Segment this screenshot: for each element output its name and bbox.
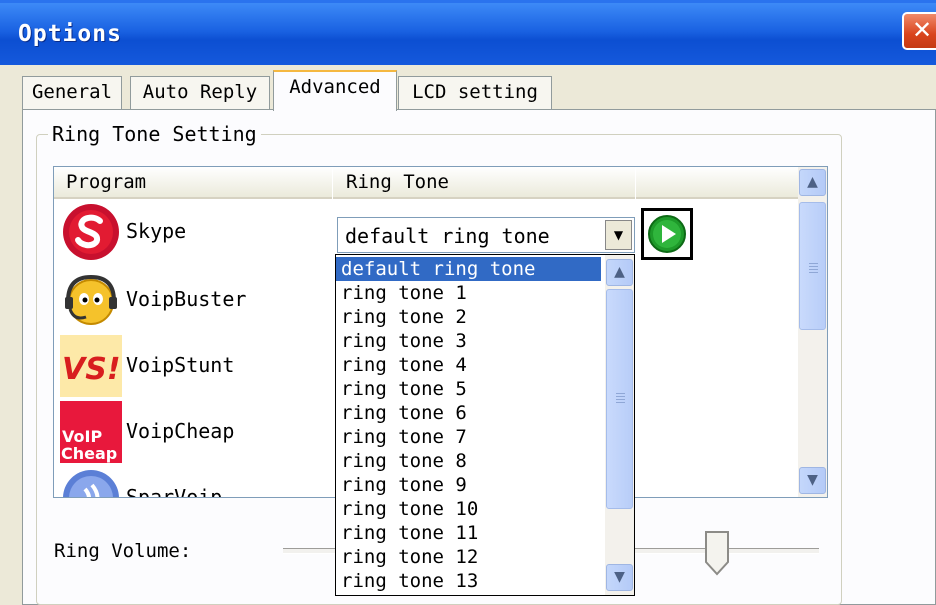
program-list-scrollbar[interactable]: ▲ ▼ xyxy=(798,167,827,497)
dropdown-option[interactable]: ring tone 2 xyxy=(336,305,601,329)
dropdown-option[interactable]: ring tone 9 xyxy=(336,473,601,497)
column-header-ring-tone[interactable]: Ring Tone xyxy=(333,167,635,199)
close-icon: ✕ xyxy=(911,16,933,44)
scroll-down-button[interactable]: ▼ xyxy=(606,564,633,591)
scroll-up-button[interactable]: ▲ xyxy=(799,169,826,196)
tab-auto-reply[interactable]: Auto Reply xyxy=(130,76,270,110)
dropdown-option[interactable]: ring tone 12 xyxy=(336,545,601,569)
chevron-down-icon: ▼ xyxy=(807,472,818,488)
scroll-thumb[interactable] xyxy=(799,202,826,330)
scroll-thumb[interactable] xyxy=(606,289,633,509)
voipstunt-icon: VS! xyxy=(60,335,122,397)
ring-tone-group-title: Ring Tone Setting xyxy=(48,121,261,147)
sparvoip-icon xyxy=(63,470,119,497)
tab-advanced[interactable]: Advanced xyxy=(273,70,397,111)
close-button[interactable]: ✕ xyxy=(902,12,936,50)
voipstunt-logo-text: VS! xyxy=(62,352,121,387)
ring-volume-slider-thumb[interactable] xyxy=(704,530,730,576)
column-header-blank xyxy=(636,167,798,199)
tab-lcd-setting[interactable]: LCD setting xyxy=(398,76,552,110)
ring-tone-dropdown-list[interactable]: default ring tone ring tone 1 ring tone … xyxy=(335,254,635,596)
dropdown-scrollbar[interactable]: ▲ ▼ xyxy=(605,255,634,595)
chevron-up-icon: ▲ xyxy=(614,264,625,280)
dropdown-arrow-button[interactable]: ▼ xyxy=(605,220,632,250)
column-header-ring-tone-label: Ring Tone xyxy=(346,171,449,193)
dropdown-option[interactable]: ring tone 6 xyxy=(336,401,601,425)
dropdown-option[interactable]: ring tone 11 xyxy=(336,521,601,545)
chevron-down-icon: ▼ xyxy=(613,228,624,242)
voipcheap-icon: VoIP Cheap xyxy=(60,401,122,463)
dropdown-option[interactable]: default ring tone xyxy=(336,257,601,281)
ring-tone-select[interactable]: default ring tone ▼ xyxy=(337,217,635,253)
chevron-up-icon: ▲ xyxy=(807,174,818,190)
ring-volume-label: Ring Volume: xyxy=(54,540,192,562)
dropdown-option[interactable]: ring tone 7 xyxy=(336,425,601,449)
dropdown-option[interactable]: ring tone 4 xyxy=(336,353,601,377)
title-bar: Options xyxy=(0,0,936,65)
chevron-down-icon: ▼ xyxy=(614,569,625,585)
dropdown-option[interactable]: ring tone 1 xyxy=(336,281,601,305)
dropdown-option[interactable]: ring tone 5 xyxy=(336,377,601,401)
program-name: Skype xyxy=(126,219,187,243)
play-icon xyxy=(648,215,686,253)
ring-tone-select-value: default ring tone xyxy=(345,224,550,248)
column-header-program-label: Program xyxy=(66,171,147,193)
program-name: VoipStunt xyxy=(126,353,235,377)
dropdown-option[interactable]: ring tone 3 xyxy=(336,329,601,353)
play-button[interactable] xyxy=(641,208,693,260)
column-header-program[interactable]: Program xyxy=(54,167,332,199)
program-name: VoipCheap xyxy=(126,419,235,443)
scroll-down-button[interactable]: ▼ xyxy=(799,467,826,494)
voipbuster-icon xyxy=(65,274,117,325)
dropdown-option[interactable]: ring tone 8 xyxy=(336,449,601,473)
tab-general[interactable]: General xyxy=(22,76,122,110)
scroll-up-button[interactable]: ▲ xyxy=(606,259,633,286)
skype-icon xyxy=(63,204,119,260)
program-name: SparVoip xyxy=(126,485,223,498)
program-name: VoipBuster xyxy=(126,287,247,311)
dropdown-option[interactable]: ring tone 13 xyxy=(336,569,601,593)
window-title: Options xyxy=(18,21,122,47)
voipcheap-logo-text-bottom: Cheap xyxy=(61,444,117,463)
dropdown-option[interactable]: ring tone 10 xyxy=(336,497,601,521)
